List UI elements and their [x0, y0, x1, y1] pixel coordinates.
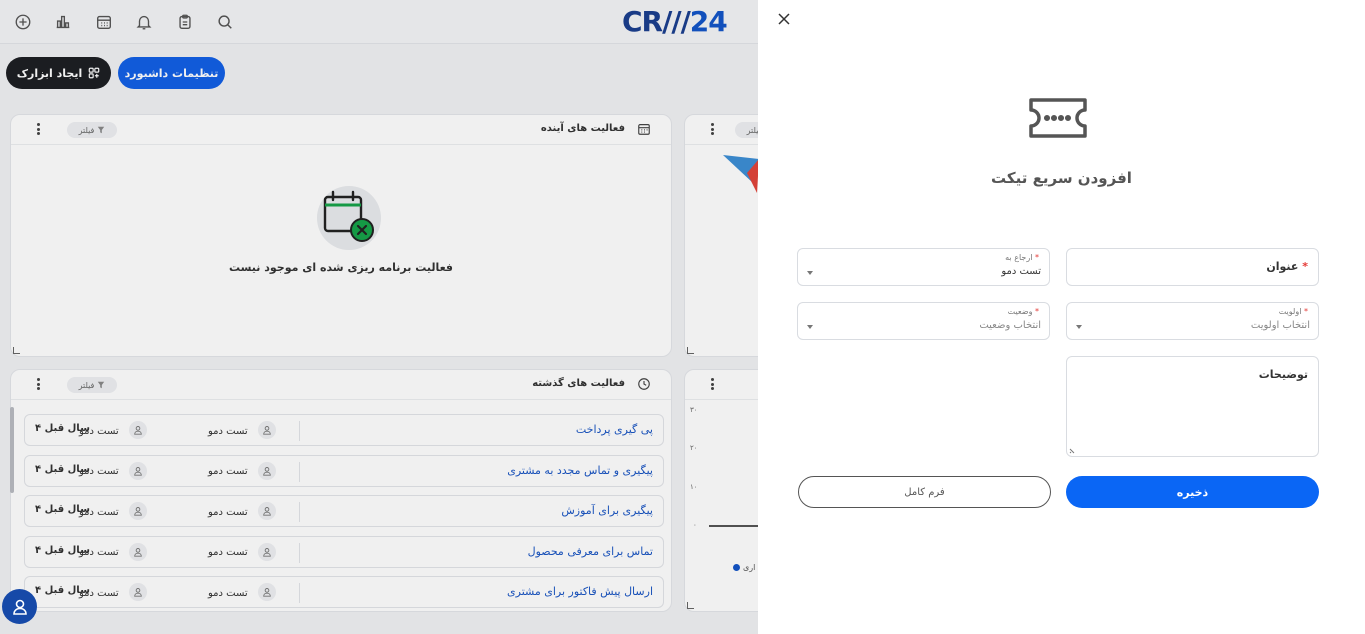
ticket-icon [1029, 98, 1087, 138]
modal-overlay[interactable] [0, 0, 758, 634]
drawer-title: افزودن سریع تیکت [991, 169, 1132, 187]
chevron-down-icon [807, 271, 813, 275]
priority-select[interactable]: اولویت * انتخاب اولویت [1066, 302, 1319, 340]
refer-to-label: ارجاع به * [1005, 253, 1039, 262]
status-select[interactable]: وضعیت * انتخاب وضعیت [797, 302, 1050, 340]
quick-add-ticket-drawer: افزودن سریع تیکت عنوان * ارجاع به * تست … [758, 0, 1365, 634]
refer-to-select[interactable]: ارجاع به * تست دمو [797, 248, 1050, 286]
chevron-down-icon [807, 325, 813, 329]
close-icon[interactable] [776, 11, 792, 27]
save-label: ذخیره [1176, 485, 1209, 499]
priority-label: اولویت * [1278, 307, 1308, 316]
title-field-label: عنوان * [1266, 260, 1308, 273]
priority-placeholder: انتخاب اولویت [1250, 320, 1310, 331]
description-textarea[interactable]: توضیحات [1066, 356, 1319, 457]
support-icon [12, 599, 27, 615]
full-form-label: فرم کامل [904, 486, 945, 498]
resize-grip-icon[interactable] [1069, 446, 1077, 454]
status-placeholder: انتخاب وضعیت [979, 320, 1041, 331]
title-field[interactable]: عنوان * [1066, 248, 1319, 286]
description-label: توضیحات [1258, 368, 1308, 381]
support-chat-button[interactable] [2, 589, 37, 624]
chevron-down-icon [1076, 325, 1082, 329]
refer-to-value: تست دمو [1001, 266, 1041, 277]
full-form-button[interactable]: فرم کامل [798, 476, 1051, 508]
save-button[interactable]: ذخیره [1066, 476, 1319, 508]
status-label: وضعیت * [1007, 307, 1039, 316]
